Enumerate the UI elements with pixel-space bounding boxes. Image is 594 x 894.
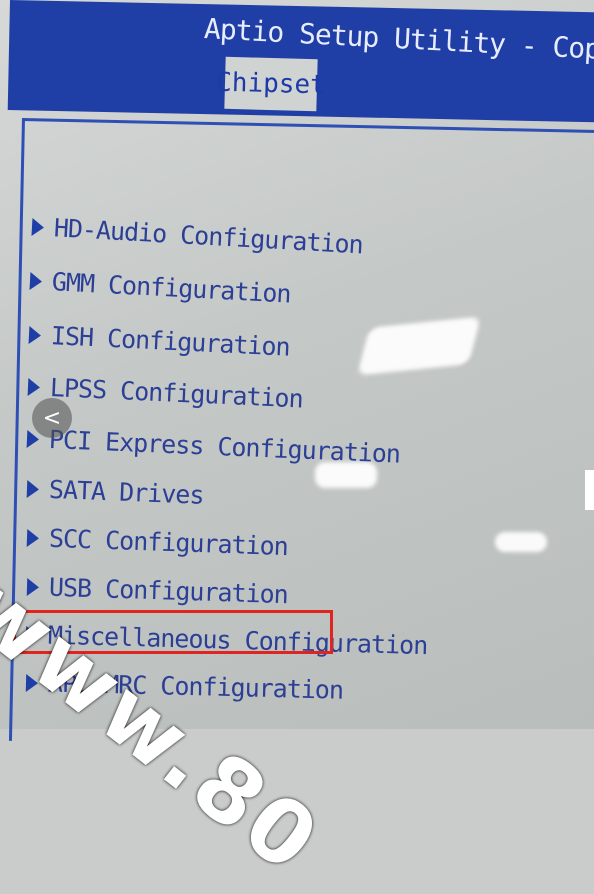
screen-glare [495, 532, 547, 552]
submenu-arrow-icon [26, 528, 40, 547]
submenu-arrow-icon [29, 271, 43, 291]
bios-screen: Aptio Setup Utility - Copyright (C) 2020… [0, 0, 594, 894]
menu-item-label: SATA Drives [48, 474, 205, 510]
previous-image-button[interactable]: < [32, 398, 72, 438]
submenu-arrow-icon [27, 377, 41, 397]
submenu-arrow-icon [26, 479, 40, 498]
tab-chipset[interactable]: Chipset [216, 56, 326, 112]
edge-strip [585, 470, 594, 510]
submenu-arrow-icon [28, 325, 42, 345]
submenu-arrow-icon [31, 217, 45, 237]
